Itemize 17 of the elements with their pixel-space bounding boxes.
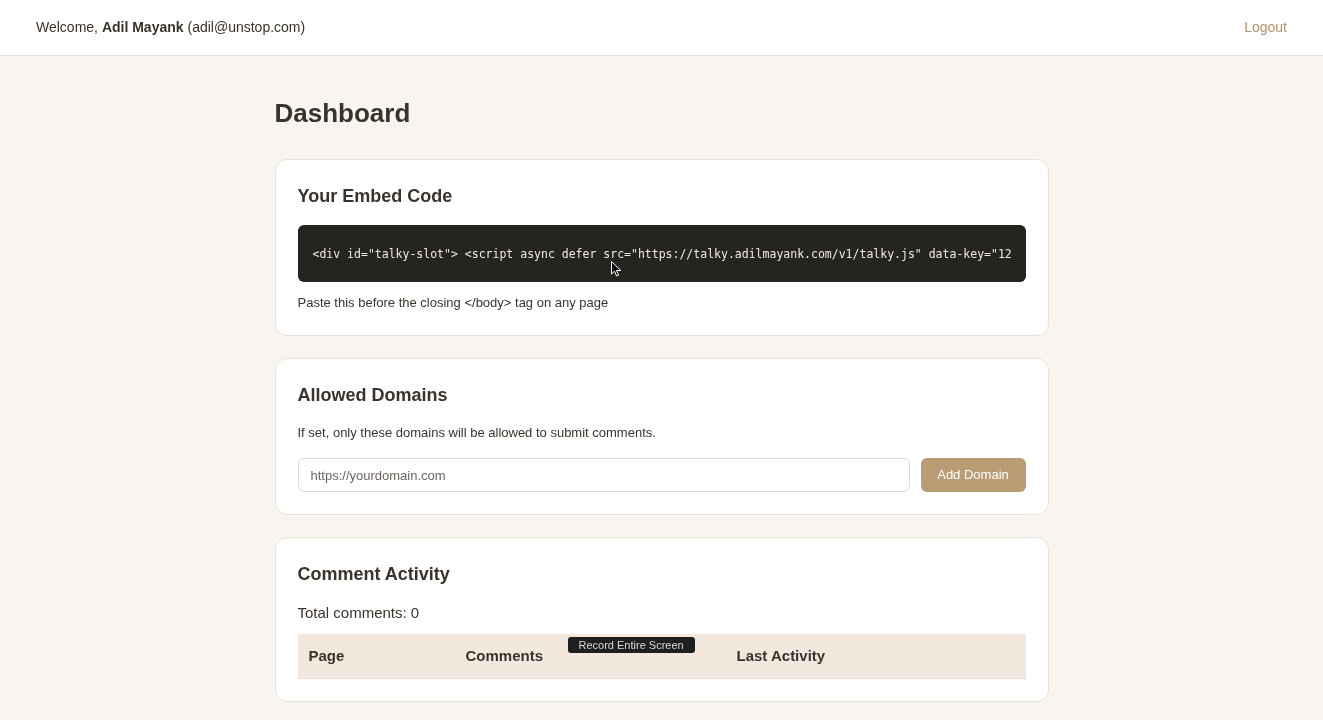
domain-input[interactable]: https://yourdomain.com — [297, 458, 910, 492]
column-header: Last Activity — [736, 645, 826, 666]
column-header: Comments — [465, 645, 543, 666]
logout-link[interactable]: Logout — [1244, 17, 1287, 38]
column-header: Page — [308, 645, 345, 666]
card-title: Allowed Domains — [297, 384, 449, 407]
cursor-icon — [610, 261, 622, 277]
page-title: Dashboard — [274, 97, 412, 129]
embed-instructions: Paste this before the closing </body> tag on any page — [297, 294, 609, 312]
card-title: Your Embed Code — [297, 185, 454, 208]
card-title: Comment Activity — [297, 563, 451, 586]
embed-code-text: <div id="talky-slot"> <script async defer src="https://talky.adilmayank.com/v1/talky.js" data-key="12 — [312, 246, 1012, 261]
welcome-text: Welcome, Adil Mayank (adil@unstop.com) — [36, 18, 306, 37]
domains-description: If set, only these domains will be allowed to submit comments. — [297, 424, 657, 442]
tooltip: Record Entire Screen — [567, 637, 695, 653]
add-domain-button[interactable]: Add Domain — [920, 458, 1026, 492]
total-comments: Total comments: 0 — [297, 603, 421, 623]
